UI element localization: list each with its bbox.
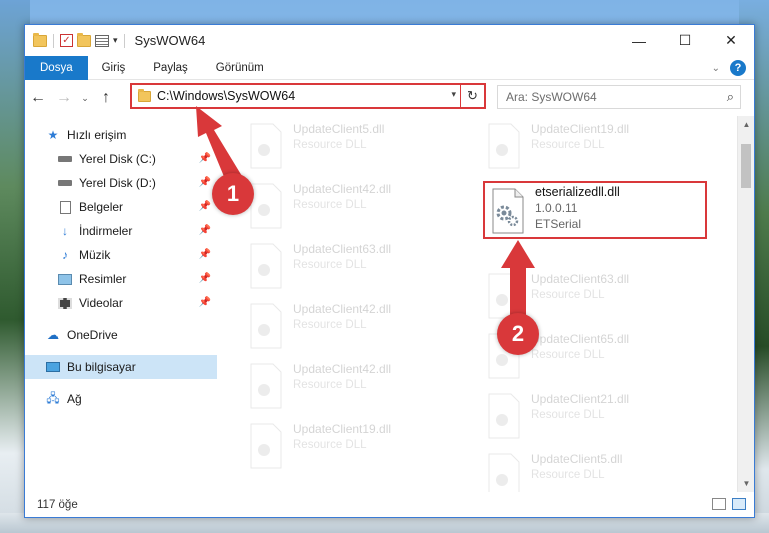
annotation-badge-2: 2	[497, 313, 539, 355]
annotation-arrows	[196, 106, 535, 330]
annotation-badge-1: 1	[212, 173, 254, 215]
